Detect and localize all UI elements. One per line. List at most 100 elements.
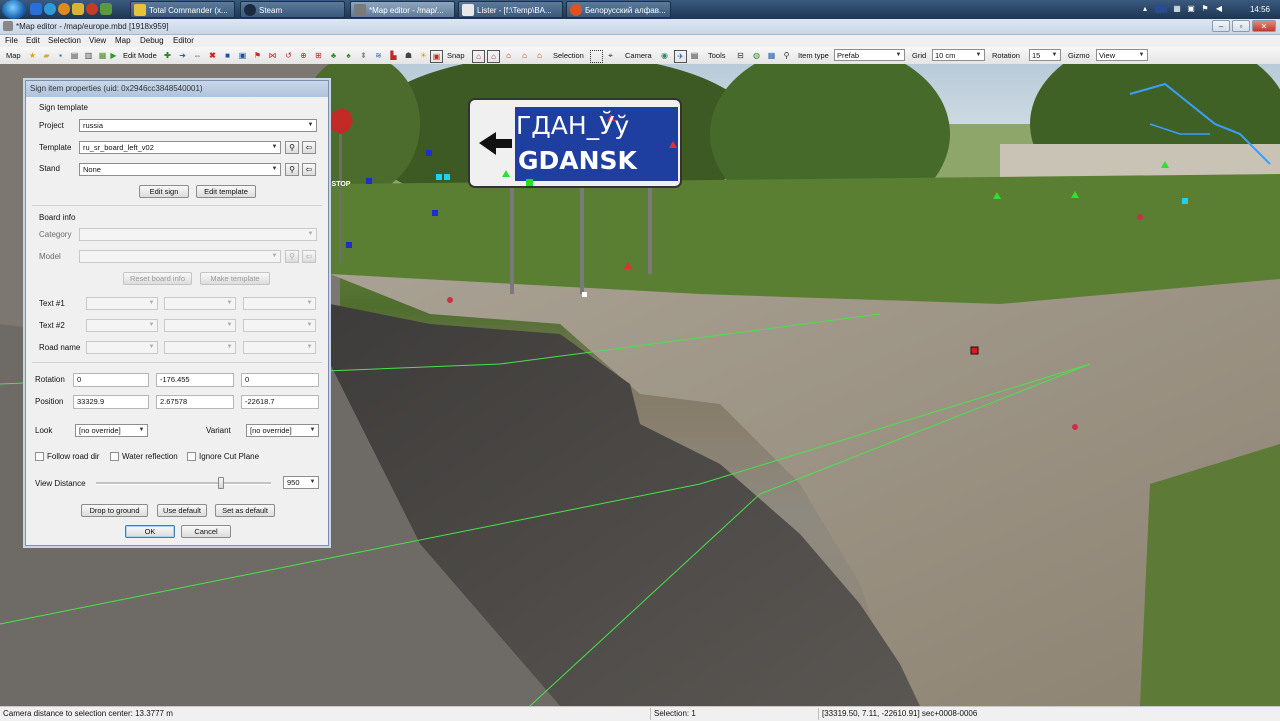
water-tool-icon[interactable]: ≋ xyxy=(373,50,384,61)
text1-select-b[interactable]: ▼ xyxy=(164,297,236,310)
save-icon[interactable]: ▪ xyxy=(55,50,66,61)
delete-icon[interactable]: ✖ xyxy=(207,50,218,61)
model-select[interactable]: ▼ xyxy=(79,250,281,263)
save-sector-icon[interactable]: ▦ xyxy=(97,50,108,61)
edit-sign-button[interactable]: Edit sign xyxy=(139,185,189,198)
text1-select-c[interactable]: ▼ xyxy=(243,297,316,310)
volume-icon[interactable]: ◀ xyxy=(1214,3,1224,15)
text1-select-a[interactable]: ▼ xyxy=(86,297,158,310)
follow-road-dir-checkbox[interactable] xyxy=(35,452,44,461)
lasso-select-icon[interactable]: ⌖ xyxy=(605,50,616,61)
road-name-select-b[interactable]: ▼ xyxy=(164,341,236,354)
grid-select[interactable]: 10 cm ▼ xyxy=(932,49,985,61)
close-button[interactable]: ✕ xyxy=(1252,20,1276,32)
flag-tool-icon[interactable]: ⚑ xyxy=(252,50,263,61)
play-icon[interactable]: ▶ xyxy=(108,50,119,61)
show-desktop-icon[interactable] xyxy=(30,3,42,15)
car-tool-icon[interactable]: ▙ xyxy=(388,50,399,61)
firefox-icon[interactable] xyxy=(58,3,70,15)
menu-selection[interactable]: Selection xyxy=(45,35,84,47)
stand-select[interactable]: None ▼ xyxy=(79,163,281,176)
ignore-cut-plane-checkbox[interactable] xyxy=(187,452,196,461)
tree-tool-icon[interactable]: ♠ xyxy=(343,50,354,61)
position-x-input[interactable]: 33329.9 xyxy=(73,395,149,409)
properties-icon[interactable]: ▣ xyxy=(237,50,248,61)
menu-file[interactable]: File xyxy=(2,35,21,47)
model-pick-button[interactable]: ⇦ xyxy=(302,250,316,263)
project-select[interactable]: russia ▼ xyxy=(79,119,317,132)
network-icon[interactable]: ▦ xyxy=(1172,3,1182,15)
stand-search-button[interactable]: ⚲ xyxy=(285,163,299,176)
rotation-select[interactable]: 15 ▼ xyxy=(1029,49,1061,61)
text2-select-a[interactable]: ▼ xyxy=(86,319,158,332)
camera-fly-icon[interactable]: ✈ xyxy=(674,50,687,63)
start-orb-icon[interactable] xyxy=(2,0,26,19)
search-icon[interactable]: ⚲ xyxy=(781,50,792,61)
look-select[interactable]: [no override] ▼ xyxy=(75,424,148,437)
rotation-z-input[interactable]: 0 xyxy=(241,373,319,387)
menu-editor[interactable]: Editor xyxy=(170,35,197,47)
set-as-default-button[interactable]: Set as default xyxy=(215,504,275,517)
ok-button[interactable]: OK xyxy=(125,525,175,538)
tool-grid-icon[interactable]: ▦ xyxy=(766,50,777,61)
measure-icon[interactable]: ⊟ xyxy=(735,50,746,61)
view-distance-slider-thumb[interactable] xyxy=(218,477,224,489)
water-reflection-checkbox[interactable] xyxy=(110,452,119,461)
light-tool-icon[interactable]: ☀ xyxy=(418,50,429,61)
task-steam[interactable]: Steam xyxy=(240,1,345,18)
node-tool-icon[interactable]: ⊕ xyxy=(298,50,309,61)
minimize-button[interactable]: – xyxy=(1212,20,1230,32)
globe-icon[interactable]: ◍ xyxy=(751,50,762,61)
menu-debug[interactable]: Debug xyxy=(137,35,167,47)
ie-icon[interactable] xyxy=(44,3,56,15)
road-name-select-a[interactable]: ▼ xyxy=(86,341,158,354)
task-browser[interactable]: Белорусский алфав... xyxy=(566,1,671,18)
move-icon[interactable]: ➜ xyxy=(177,50,188,61)
add-icon[interactable]: ✚ xyxy=(162,50,173,61)
action-center-icon[interactable]: ⚑ xyxy=(1200,3,1210,15)
snap-edge-icon[interactable]: ⌂ xyxy=(534,50,545,61)
menu-map[interactable]: Map xyxy=(112,35,134,47)
template-pick-button[interactable]: ⇦ xyxy=(302,141,316,154)
rotation-x-input[interactable]: 0 xyxy=(73,373,149,387)
task-lister[interactable]: Lister - [f:\Temp\BA... xyxy=(458,1,563,18)
camera-orbit-icon[interactable]: ◉ xyxy=(659,50,670,61)
road-name-select-c[interactable]: ▼ xyxy=(243,341,316,354)
task-map-editor[interactable]: *Map editor - /map/... xyxy=(350,1,455,18)
terrain-tool-icon[interactable]: ⊞ xyxy=(313,50,324,61)
save-all-icon[interactable]: ▥ xyxy=(83,50,94,61)
cancel-button[interactable]: Cancel xyxy=(181,525,231,538)
menu-edit[interactable]: Edit xyxy=(23,35,43,47)
folder-icon[interactable] xyxy=(72,3,84,15)
snap-vertex-icon[interactable]: ⌂ xyxy=(519,50,530,61)
template-select[interactable]: ru_sr_board_left_v02 ▼ xyxy=(79,141,281,154)
snap-surface-icon[interactable]: ⌂ xyxy=(503,50,514,61)
snap-node-icon[interactable]: ⌂ xyxy=(472,50,485,63)
text2-select-c[interactable]: ▼ xyxy=(243,319,316,332)
menu-view[interactable]: View xyxy=(86,35,109,47)
drop-to-ground-button[interactable]: Drop to ground xyxy=(81,504,148,517)
stand-pick-button[interactable]: ⇦ xyxy=(302,163,316,176)
flag-icon[interactable] xyxy=(1155,5,1167,13)
item-type-select[interactable]: Prefab ▼ xyxy=(834,49,905,61)
star-icon[interactable]: ★ xyxy=(27,50,38,61)
info-icon[interactable]: ■ xyxy=(222,50,233,61)
open-folder-icon[interactable]: ▰ xyxy=(41,50,52,61)
walker-tool-icon[interactable]: ☗ xyxy=(403,50,414,61)
height-tool-icon[interactable]: ⬍ xyxy=(358,50,369,61)
sign-tool-icon[interactable]: ▣ xyxy=(430,50,443,63)
use-default-button[interactable]: Use default xyxy=(157,504,207,517)
position-y-input[interactable]: 2.67578 xyxy=(156,395,234,409)
make-template-button[interactable]: Make template xyxy=(200,272,270,285)
category-select[interactable]: ▼ xyxy=(79,228,317,241)
position-z-input[interactable]: -22618.7 xyxy=(241,395,319,409)
rotate-icon[interactable]: ⇔ xyxy=(192,50,203,61)
variant-select[interactable]: [no override] ▼ xyxy=(246,424,319,437)
save-as-icon[interactable]: ▤ xyxy=(69,50,80,61)
view-distance-slider[interactable] xyxy=(96,477,271,489)
rotation-y-input[interactable]: -176.455 xyxy=(156,373,234,387)
task-total-commander[interactable]: Total Commander (x... xyxy=(130,1,235,18)
snap-grid-icon[interactable]: ⌂ xyxy=(487,50,500,63)
app-quicklaunch-icon[interactable] xyxy=(100,3,112,15)
vegetation-tool-icon[interactable]: ♣ xyxy=(328,50,339,61)
